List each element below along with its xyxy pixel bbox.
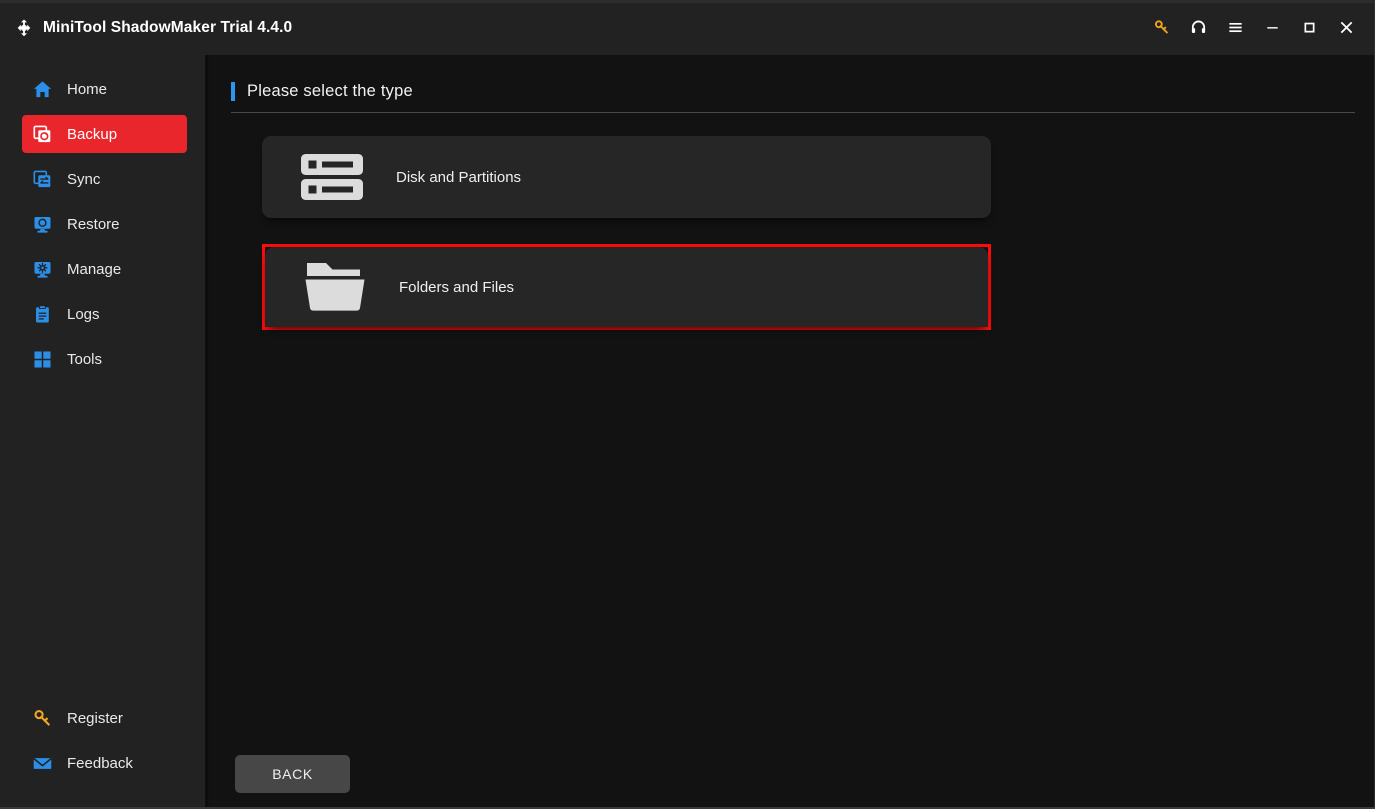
title-bar-controls — [1143, 10, 1374, 46]
sidebar-item-backup[interactable]: Backup — [22, 115, 187, 153]
menu-hamburger-icon[interactable] — [1217, 10, 1254, 46]
sidebar-item-label: Manage — [67, 260, 122, 278]
tools-icon — [32, 349, 53, 370]
support-headset-icon[interactable] — [1180, 10, 1217, 46]
back-button[interactable]: BACK — [235, 755, 350, 793]
shadowmaker-logo-icon — [14, 18, 34, 38]
home-icon — [32, 79, 53, 100]
sidebar-item-label: Sync — [67, 170, 101, 188]
logs-icon — [32, 304, 53, 325]
option-label: Folders and Files — [399, 278, 515, 296]
page-header: Please select the type — [231, 82, 1355, 113]
sidebar-bottom-nav: Register Feedback — [0, 699, 205, 789]
minimize-icon[interactable] — [1254, 10, 1291, 46]
sidebar-item-tools[interactable]: Tools — [22, 340, 187, 378]
option-disk-and-partitions-wrapper: Disk and Partitions — [262, 136, 991, 218]
option-label: Disk and Partitions — [396, 168, 522, 186]
sidebar-item-label: Backup — [67, 125, 118, 143]
register-key-icon[interactable] — [1143, 10, 1180, 46]
maximize-icon[interactable] — [1291, 10, 1328, 46]
sidebar-item-label: Logs — [67, 305, 100, 323]
sidebar: Home Backup Sync Restore Manage Logs Too… — [0, 55, 208, 807]
header-accent-bar — [231, 82, 235, 101]
restore-icon — [32, 214, 53, 235]
sidebar-item-feedback[interactable]: Feedback — [22, 744, 187, 782]
envelope-icon — [32, 753, 53, 774]
sidebar-item-label: Tools — [67, 350, 103, 368]
backup-icon — [32, 124, 53, 145]
disk-partitions-icon — [292, 147, 372, 207]
app-title: MiniTool ShadowMaker Trial 4.4.0 — [43, 18, 293, 36]
sidebar-item-home[interactable]: Home — [22, 70, 187, 108]
footer-bar: BACK — [211, 745, 1374, 807]
sidebar-item-label: Restore — [67, 215, 120, 233]
sidebar-item-label: Home — [67, 80, 108, 98]
sidebar-item-logs[interactable]: Logs — [22, 295, 187, 333]
sidebar-nav: Home Backup Sync Restore Manage Logs Too… — [0, 55, 205, 378]
close-icon[interactable] — [1328, 10, 1365, 46]
sidebar-item-restore[interactable]: Restore — [22, 205, 187, 243]
option-folders-and-files[interactable]: Folders and Files — [265, 247, 988, 327]
manage-icon — [32, 259, 53, 280]
sidebar-item-label: Feedback — [67, 754, 133, 772]
sync-icon — [32, 169, 53, 190]
title-bar: MiniTool ShadowMaker Trial 4.4.0 — [0, 0, 1374, 55]
option-folders-and-files-wrapper: Folders and Files — [262, 244, 991, 330]
main-content: Please select the type Disk and Partitio… — [211, 55, 1374, 807]
backup-type-options: Disk and Partitions Folders and Files — [262, 136, 1374, 330]
sidebar-item-label: Register — [67, 709, 123, 727]
option-disk-and-partitions[interactable]: Disk and Partitions — [262, 136, 991, 218]
sidebar-item-sync[interactable]: Sync — [22, 160, 187, 198]
folder-icon — [295, 257, 375, 317]
app-window: MiniTool ShadowMaker Trial 4.4.0 Home Ba… — [0, 0, 1375, 809]
option-spacer — [262, 218, 1374, 244]
sidebar-item-register[interactable]: Register — [22, 699, 187, 737]
sidebar-item-manage[interactable]: Manage — [22, 250, 187, 288]
title-bar-left: MiniTool ShadowMaker Trial 4.4.0 — [0, 18, 292, 38]
page-title: Please select the type — [247, 82, 413, 100]
key-icon — [32, 708, 53, 729]
